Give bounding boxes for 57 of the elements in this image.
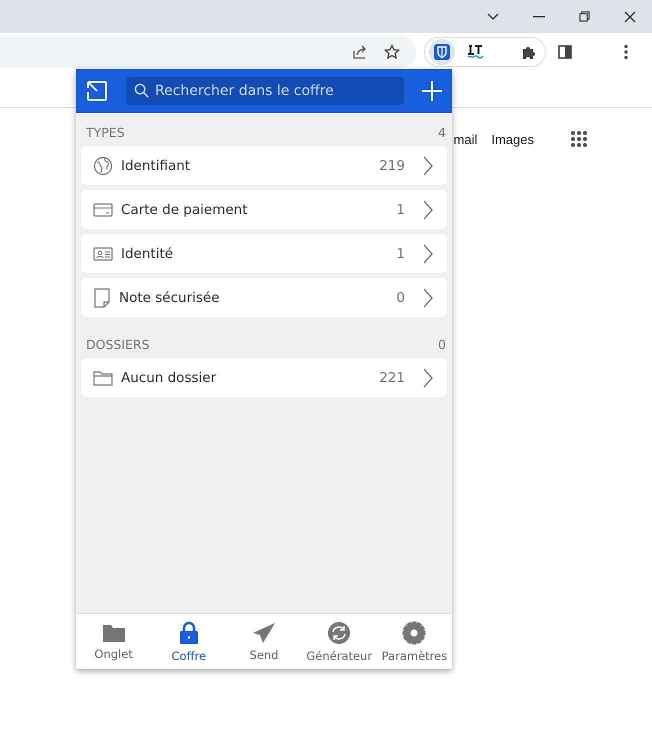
shield-extension-icon[interactable] [429,39,455,65]
close-icon[interactable] [624,10,636,22]
page-link[interactable]: Images [491,132,534,146]
item-count: 1 [396,246,405,262]
note-icon [93,288,111,308]
item-count: 219 [379,158,405,174]
list-item[interactable]: Carte de paiement 1 [81,190,447,229]
chevron-right-icon [423,200,433,220]
chevron-right-icon [423,244,433,264]
share-icon[interactable] [352,44,368,60]
folder-icon [93,370,113,386]
list-item[interactable]: Identité 1 [81,234,447,273]
item-label: Carte de paiement [121,202,249,218]
puzzle-icon[interactable] [521,44,537,60]
chevron-right-icon [423,156,433,176]
chevron-down-icon[interactable] [487,12,499,20]
item-count: 1 [396,202,405,218]
section-count: 0 [438,337,446,352]
lock-icon [178,620,199,644]
refresh-icon [327,620,352,644]
chevron-right-icon [423,288,433,308]
card-icon [93,202,113,218]
search-icon [134,83,149,98]
list-item[interactable]: Note sécurisée 0 [81,278,447,317]
item-label: Note sécurisée [119,290,221,306]
nav-tab[interactable]: Send [226,614,302,669]
menu-icon[interactable] [624,44,628,60]
nav-tab[interactable]: Onglet [76,614,152,669]
item-label: Identité [121,246,174,262]
globe-icon [93,156,113,176]
list-item[interactable]: Identifiant 219 [81,146,447,185]
apps-grid-icon[interactable] [570,130,588,148]
add-icon[interactable] [422,81,442,101]
chevron-right-icon [423,368,433,388]
item-label: Aucun dossier [121,370,218,386]
folder-icon [102,622,126,642]
search-field[interactable]: Rechercher dans le coffre [126,77,404,105]
section-title: DOSSIERS [86,337,150,352]
nav-tab[interactable]: Générateur [302,614,377,669]
section-title: TYPES [86,125,125,140]
nav-tab[interactable]: Coffre [151,614,226,669]
item-count: 0 [396,290,405,306]
list-item[interactable]: Aucun dossier 221 [81,358,447,397]
section-count: 4 [438,125,446,140]
lt-extension-icon[interactable] [467,44,485,60]
item-count: 221 [379,370,405,386]
side-panel-icon[interactable] [558,45,572,59]
nav-tab[interactable]: Paramètres [376,614,452,669]
restore-icon[interactable] [579,11,590,22]
pop-out-icon[interactable] [86,80,108,102]
settings-icon [402,620,426,644]
paper-plane-icon [252,622,276,644]
item-label: Identifiant [121,158,192,174]
star-icon[interactable] [384,44,400,60]
id-card-icon [93,246,113,262]
page-link[interactable]: mail [454,132,478,146]
minimize-icon[interactable] [533,16,545,18]
